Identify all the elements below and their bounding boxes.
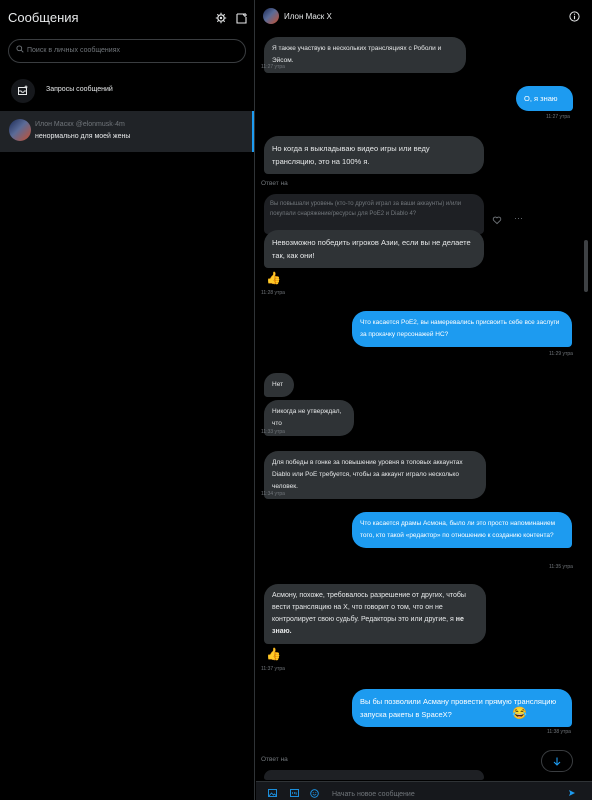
sidebar-header: Сообщения — [8, 8, 248, 28]
message-requests-label: Запросы сообщений — [46, 86, 113, 93]
message-timestamp: 11:35 утра — [549, 564, 573, 570]
reaction-emoji[interactable]: 👍 — [266, 271, 281, 285]
message-requests-item[interactable]: Запросы сообщений — [8, 76, 248, 104]
message-timestamp: 11:33 утра — [261, 429, 285, 435]
avatar — [9, 119, 31, 141]
reaction-emoji[interactable]: 😂 — [512, 706, 527, 720]
message-incoming[interactable]: Для победы в гонке за повышение уровня в… — [264, 451, 486, 499]
settings-gear-icon[interactable] — [213, 10, 229, 26]
message-outgoing[interactable]: Что касается драмы Асмона, было ли это п… — [352, 512, 572, 548]
message-timestamp: 11:37 утра — [261, 666, 285, 672]
page-title: Сообщения — [8, 10, 79, 25]
send-icon[interactable] — [568, 789, 576, 797]
conversation-item[interactable]: Илон Маскх @elonmusk·4m ненормально для … — [0, 111, 254, 152]
message-outgoing[interactable]: Вы бы позволили Асману провести прямую т… — [352, 689, 572, 727]
chat-header: Илон Маск X — [256, 0, 592, 32]
composer-placeholder: Начать новое сообщение — [332, 791, 415, 798]
message-timestamp: 11:28 утра — [261, 290, 285, 296]
search-placeholder: Поиск в личных сообщениях — [27, 47, 121, 54]
quoted-message[interactable] — [264, 770, 484, 780]
envelope-request-icon — [11, 79, 35, 103]
new-message-icon[interactable] — [234, 10, 250, 26]
message-incoming[interactable]: Нет — [264, 373, 294, 397]
quoted-message[interactable]: Вы повышали уровень (кто-то другой играл… — [264, 194, 484, 234]
more-options-icon[interactable]: ··· — [514, 213, 523, 223]
chat-panel: Илон Маск X Я также участвую в нескольки… — [256, 0, 592, 800]
conversation-list-panel: Сообщения Поиск в личных сообщениях Запр… — [0, 0, 255, 800]
search-icon — [16, 45, 24, 53]
emoji-icon[interactable] — [310, 789, 319, 798]
search-input[interactable]: Поиск в личных сообщениях — [8, 39, 246, 63]
image-icon[interactable] — [268, 789, 277, 797]
message-timestamp: 11:27 утра — [261, 64, 285, 70]
message-incoming[interactable]: Но когда я выкладываю видео игры или вед… — [264, 136, 484, 174]
message-outgoing[interactable]: О, я знаю — [516, 86, 573, 111]
message-timestamp: 11:27 утра — [546, 114, 570, 120]
chat-title[interactable]: Илон Маск X — [284, 12, 332, 21]
info-icon[interactable] — [569, 11, 580, 22]
message-composer[interactable]: Начать новое сообщение — [256, 781, 592, 800]
reply-to-label: Ответ на — [261, 756, 288, 763]
message-incoming[interactable]: Я также участвую в нескольких трансляция… — [264, 37, 466, 73]
message-text: Асмону, похоже, требовалось разрешение о… — [272, 592, 466, 623]
message-timestamp: 11:38 утра — [547, 729, 571, 735]
reaction-emoji[interactable]: 👍 — [266, 647, 281, 661]
avatar[interactable] — [263, 8, 279, 24]
scrollbar-thumb[interactable] — [584, 240, 588, 292]
add-reaction-icon[interactable] — [492, 215, 502, 225]
reply-to-label: Ответ на — [261, 180, 288, 187]
gif-icon[interactable] — [290, 789, 299, 797]
scroll-to-bottom-button[interactable] — [541, 750, 573, 772]
message-timestamp: 11:34 утра — [261, 491, 285, 497]
conversation-name: Илон Маскх @elonmusk·4m — [35, 121, 125, 128]
message-outgoing[interactable]: Что касается PoE2, вы намеревались присв… — [352, 311, 572, 347]
message-incoming[interactable]: Невозможно победить игроков Азии, если в… — [264, 230, 484, 268]
message-incoming[interactable]: Асмону, похоже, требовалось разрешение о… — [264, 584, 486, 644]
conversation-preview: ненормально для моей жены — [35, 133, 131, 140]
arrow-down-icon — [553, 757, 561, 766]
message-timestamp: 11:29 утра — [549, 351, 573, 357]
